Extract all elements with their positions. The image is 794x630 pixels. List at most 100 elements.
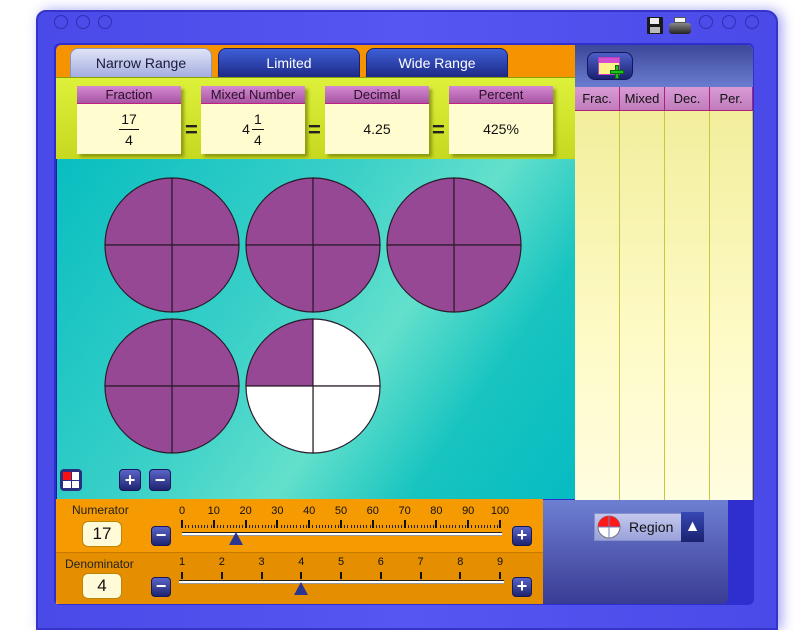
shaded-part[interactable] [245, 177, 314, 246]
shaded-part[interactable] [312, 244, 381, 313]
minor-tick [267, 525, 269, 528]
minor-tick [293, 525, 295, 528]
tab-wide-range[interactable]: Wide Range [366, 48, 508, 78]
minor-tick [369, 525, 371, 528]
minor-tick [185, 525, 187, 528]
denominator-minus-button[interactable]: − [151, 577, 171, 597]
add-to-table-button[interactable] [587, 52, 633, 80]
minor-tick [391, 525, 393, 528]
shaded-part[interactable] [312, 177, 381, 246]
tick-label: 40 [303, 505, 316, 517]
model-canvas[interactable] [56, 159, 575, 499]
print-icon-body [669, 23, 691, 34]
minor-tick [223, 525, 225, 528]
empty-part[interactable] [312, 318, 381, 387]
column-header-dec: Dec. [665, 87, 710, 111]
minor-tick [449, 525, 451, 528]
tick-label: 8 [457, 556, 464, 568]
shaded-part[interactable] [386, 177, 455, 246]
minor-tick [430, 525, 432, 528]
mixed-number-value: 4 1 4 [201, 104, 305, 154]
window-circle-button-1[interactable] [54, 15, 68, 29]
whole-circle[interactable] [104, 177, 240, 313]
percent-card: Percent 425% [449, 86, 553, 154]
minor-tick [388, 525, 390, 528]
window-circle-button-6[interactable] [745, 15, 759, 29]
denominator-plus-button[interactable]: + [512, 577, 532, 597]
empty-part[interactable] [245, 385, 314, 454]
remove-whole-button[interactable]: − [149, 469, 171, 491]
shaded-part[interactable] [171, 177, 240, 246]
save-icon[interactable] [647, 17, 663, 34]
minor-tick [188, 525, 190, 528]
add-whole-button[interactable]: + [119, 469, 141, 491]
color-grid-icon [63, 472, 79, 488]
window-circle-button-4[interactable] [699, 15, 713, 29]
minor-tick [477, 525, 479, 528]
minor-tick [480, 525, 482, 528]
region-model [104, 177, 522, 454]
numerator-value[interactable]: 17 [82, 521, 122, 547]
mixed-whole: 4 [242, 121, 250, 137]
column-header-per: Per. [710, 87, 753, 111]
denominator-value[interactable]: 4 [82, 573, 122, 599]
minor-tick [452, 525, 454, 528]
tick-mark [379, 572, 382, 579]
shaded-part[interactable] [104, 244, 173, 313]
numerator-plus-button[interactable]: + [512, 526, 532, 546]
tick-mark [435, 520, 438, 528]
minor-tick [375, 525, 377, 528]
tick-label: 4 [298, 556, 305, 568]
model-dropdown-arrow[interactable]: ▲ [681, 512, 704, 542]
minor-tick [299, 525, 301, 528]
minor-tick [484, 525, 486, 528]
tick-mark [499, 520, 501, 528]
denominator-slider-thumb[interactable] [294, 582, 309, 595]
whole-circle[interactable] [386, 177, 522, 313]
minor-tick [496, 525, 498, 528]
empty-part[interactable] [312, 385, 381, 454]
table-icon-header [599, 58, 619, 63]
region-model-button[interactable]: Region [594, 513, 682, 541]
minor-tick [283, 525, 285, 528]
minor-tick [490, 525, 492, 528]
tick-label: 1 [178, 556, 186, 568]
whole-circle[interactable] [245, 318, 381, 454]
minor-tick [321, 525, 323, 528]
numerator-minus-button[interactable]: − [151, 526, 171, 546]
window-circle-button-3[interactable] [98, 15, 112, 29]
minor-tick [274, 525, 276, 528]
shaded-part[interactable] [453, 177, 522, 246]
fraction-header: Fraction [77, 86, 181, 104]
minor-tick [442, 525, 444, 528]
whole-circle[interactable] [245, 177, 381, 313]
shaded-part[interactable] [171, 244, 240, 313]
shaded-part[interactable] [453, 244, 522, 313]
window-circle-button-5[interactable] [722, 15, 736, 29]
print-icon[interactable] [669, 17, 691, 34]
save-icon-shutter [650, 27, 660, 33]
shaded-part[interactable] [104, 385, 173, 454]
tick-mark [419, 572, 422, 579]
shaded-part[interactable] [245, 244, 314, 313]
numerator-slider-thumb[interactable] [229, 532, 244, 545]
shaded-part[interactable] [171, 385, 240, 454]
color-grid-button[interactable] [60, 469, 82, 491]
mixed-fraction: 1 4 [251, 111, 264, 148]
minor-tick [286, 525, 288, 528]
fraction-value: 17 4 [77, 104, 181, 154]
whole-circle[interactable] [104, 318, 240, 454]
tab-narrow-range[interactable]: Narrow Range [70, 48, 212, 78]
minor-tick [426, 525, 428, 528]
shaded-part[interactable] [171, 318, 240, 387]
shaded-part[interactable] [386, 244, 455, 313]
denominator-slider-track[interactable] [179, 580, 504, 584]
minor-tick [395, 525, 397, 528]
shaded-part[interactable] [104, 318, 173, 387]
shaded-part[interactable] [245, 318, 314, 387]
grid-cell [71, 480, 79, 488]
minor-tick [465, 525, 467, 528]
tab-limited[interactable]: Limited [218, 48, 360, 78]
window-circle-button-2[interactable] [76, 15, 90, 29]
shaded-part[interactable] [104, 177, 173, 246]
